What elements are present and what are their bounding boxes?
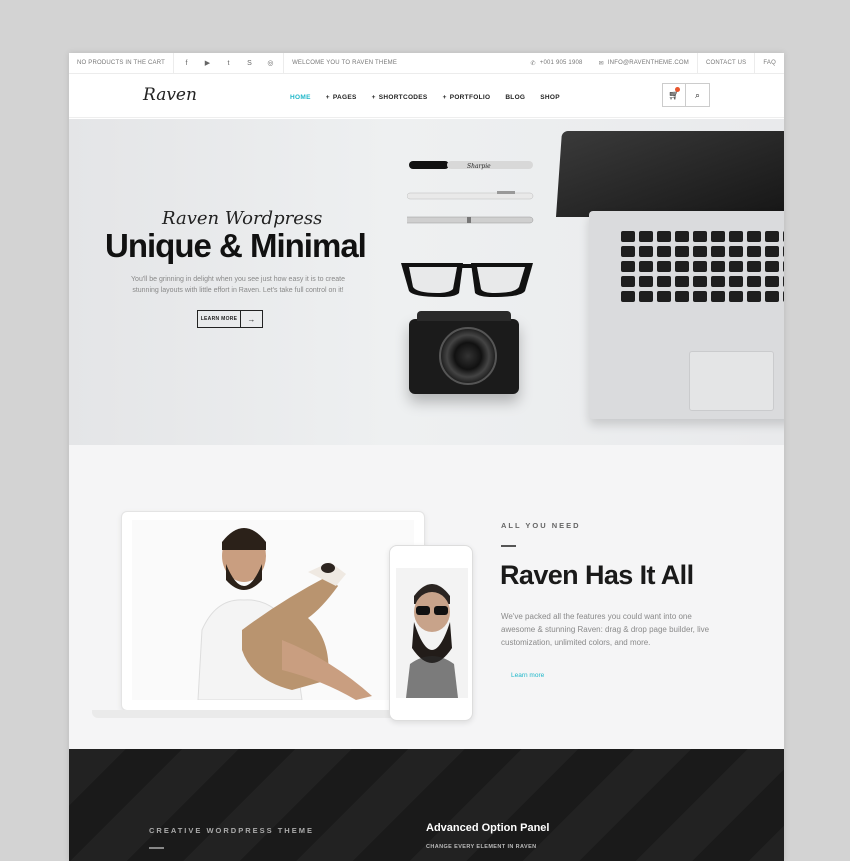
dark-section: CREATIVE WORDPRESS THEME Advanced Option… bbox=[69, 749, 784, 861]
bearded-man-image bbox=[396, 568, 468, 698]
laptop-base bbox=[589, 211, 784, 419]
features-title: Raven Has It All bbox=[500, 560, 694, 590]
twitter-icon[interactable]: t bbox=[224, 60, 233, 67]
plus-icon: + bbox=[325, 94, 330, 101]
search-button[interactable]: ⌕ bbox=[686, 83, 710, 107]
phone-mockup bbox=[389, 545, 473, 721]
monitor-screen bbox=[132, 520, 414, 700]
cart-badge bbox=[675, 87, 680, 92]
monitor-mockup bbox=[92, 511, 442, 718]
laptop-trackpad bbox=[689, 351, 774, 411]
email-info[interactable]: ✉ INFO@RAVENTHEME.COM bbox=[591, 53, 698, 74]
social-links: f ▶ t S ◎ bbox=[174, 53, 285, 74]
plus-icon: + bbox=[371, 94, 376, 101]
nav-actions: 🛒︎ ⌕ bbox=[662, 83, 710, 107]
plus-icon: + bbox=[442, 94, 447, 101]
welcome-text: WELCOME YOU TO RAVEN THEME bbox=[292, 60, 398, 66]
hero-description: You'll be grinning in delight when you s… bbox=[131, 276, 345, 294]
logo[interactable]: Raven bbox=[143, 85, 197, 105]
menu-item-label: PORTFOLIO bbox=[449, 94, 491, 101]
phone-screen bbox=[396, 568, 468, 698]
glasses-image bbox=[401, 263, 533, 297]
camera-lens bbox=[439, 327, 497, 385]
menu-item-label: PAGES bbox=[332, 94, 357, 101]
phone-number: +001 905 1908 bbox=[539, 60, 583, 66]
menu-item-home[interactable]: HOME bbox=[290, 94, 311, 101]
phone-info: ✆ +001 905 1908 bbox=[523, 53, 591, 74]
page: NO PRODUCTS IN THE CART f ▶ t S ◎ WELCOM… bbox=[69, 53, 784, 861]
menu-item-blog[interactable]: BLOG bbox=[505, 94, 525, 101]
menu-item-label: SHORTCODES bbox=[378, 94, 428, 101]
youtube-icon[interactable]: ▶ bbox=[203, 59, 212, 67]
menu-item-shortcodes[interactable]: + SHORTCODES bbox=[372, 94, 428, 101]
contact-link[interactable]: CONTACT US bbox=[698, 53, 756, 74]
learn-more-button[interactable]: LEARN MORE bbox=[197, 310, 241, 328]
mail-icon: ✉ bbox=[598, 60, 604, 67]
pens-image: Sharpie bbox=[407, 161, 534, 224]
facebook-icon[interactable]: f bbox=[182, 60, 191, 67]
menu-item-shop[interactable]: SHOP bbox=[540, 94, 560, 101]
laptop-image bbox=[555, 131, 784, 419]
cart-status[interactable]: NO PRODUCTS IN THE CART bbox=[69, 53, 175, 74]
learn-more-link[interactable]: Learn more bbox=[511, 672, 544, 679]
search-icon: ⌕ bbox=[694, 89, 701, 100]
hero-title: Unique & Minimal bbox=[105, 227, 367, 264]
laptop-screen bbox=[555, 131, 784, 217]
camera-image bbox=[409, 311, 519, 394]
instagram-icon[interactable]: ◎ bbox=[266, 59, 275, 67]
hero-section: Raven Wordpress Unique & Minimal You'll … bbox=[69, 119, 784, 445]
option-panel-heading: Advanced Option Panel bbox=[426, 822, 550, 834]
main-menu: HOME + PAGES + SHORTCODES + PORTFOLIO BLOG … bbox=[290, 94, 575, 101]
man-with-dog-image bbox=[132, 520, 414, 700]
top-bar: NO PRODUCTS IN THE CART f ▶ t S ◎ WELCOM… bbox=[69, 53, 784, 74]
faq-link[interactable]: FAQ bbox=[755, 53, 784, 74]
features-description: We've packed all the features you could … bbox=[501, 612, 710, 647]
email-link[interactable]: INFO@RAVENTHEME.COM bbox=[608, 60, 689, 66]
arrow-button[interactable]: → bbox=[241, 310, 263, 328]
dark-divider bbox=[149, 847, 164, 849]
kicker-divider bbox=[501, 545, 516, 547]
menu-item-pages[interactable]: + PAGES bbox=[326, 94, 357, 101]
features-kicker: ALL YOU NEED bbox=[501, 521, 581, 530]
menu-item-portfolio[interactable]: + PORTFOLIO bbox=[443, 94, 491, 101]
cart-button[interactable]: 🛒︎ bbox=[662, 83, 686, 107]
camera-top bbox=[417, 311, 511, 321]
svg-text:Sharpie: Sharpie bbox=[467, 163, 491, 170]
main-nav: Raven HOME + PAGES + SHORTCODES + PORTFOLIO… bbox=[69, 74, 784, 118]
phone-icon: ✆ bbox=[530, 60, 536, 67]
hero-script-title: Raven Wordpress bbox=[162, 208, 323, 229]
dark-kicker: CREATIVE WORDPRESS THEME bbox=[149, 826, 314, 835]
laptop-keyboard bbox=[621, 231, 784, 302]
features-section: ALL YOU NEED Raven Has It All We've pack… bbox=[69, 445, 784, 749]
option-panel-subheading: CHANGE EVERY ELEMENT IN RAVEN bbox=[426, 844, 537, 850]
hero-buttons: LEARN MORE → bbox=[197, 310, 263, 328]
skype-icon[interactable]: S bbox=[245, 60, 254, 67]
